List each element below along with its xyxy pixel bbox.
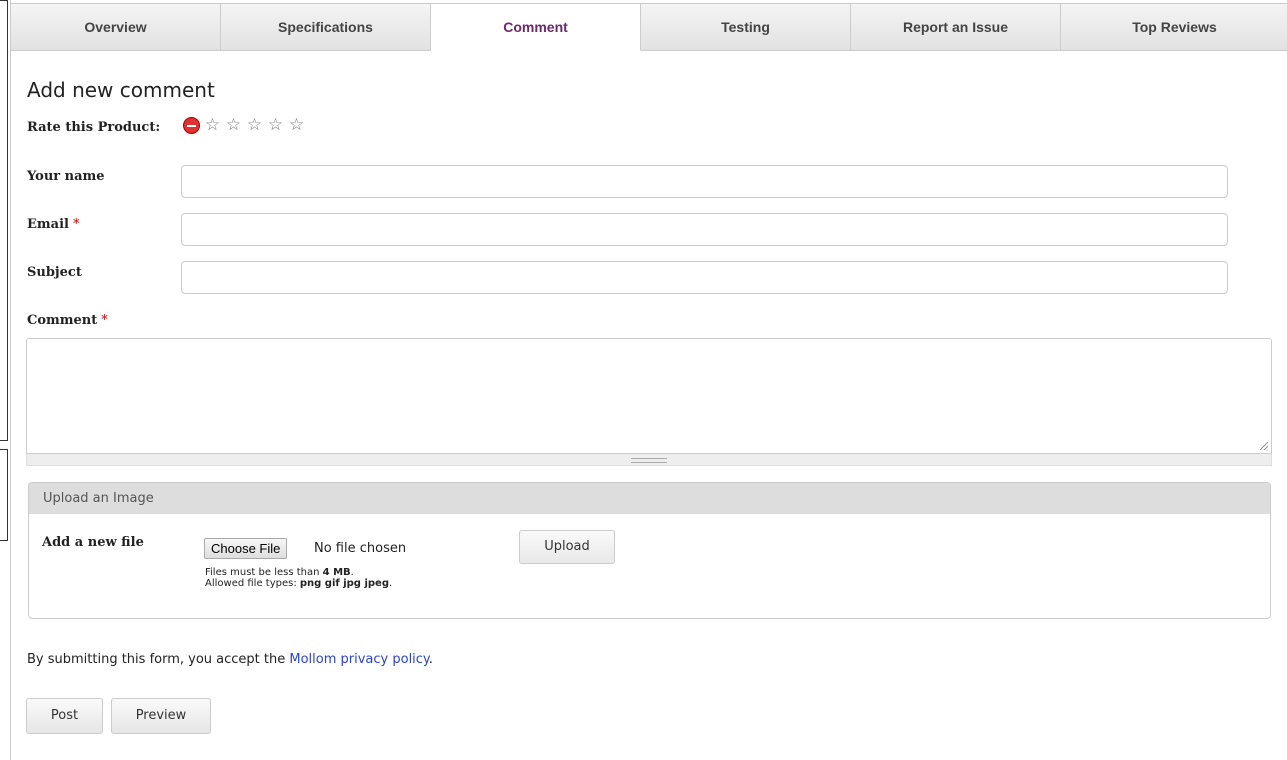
- tab-comment[interactable]: Comment: [431, 4, 641, 51]
- grip-icon: [631, 458, 667, 463]
- star-icon[interactable]: ☆: [286, 117, 307, 134]
- size-suffix: .: [350, 567, 354, 578]
- types-value: png gif jpg jpeg: [299, 578, 389, 589]
- cancel-rating-icon[interactable]: [183, 117, 200, 134]
- types-suffix: .: [388, 578, 393, 589]
- upload-legend[interactable]: Upload an Image: [29, 483, 1270, 514]
- post-button[interactable]: Post: [26, 698, 103, 734]
- tab-overview[interactable]: Overview: [11, 4, 221, 51]
- name-label: Your name: [27, 169, 105, 184]
- types-text: Allowed file types:: [205, 578, 300, 589]
- tab-top-reviews[interactable]: Top Reviews: [1061, 4, 1287, 51]
- email-label: Email *: [27, 217, 79, 232]
- add-file-label: Add a new file: [42, 535, 144, 550]
- rating-label: Rate this Product:: [27, 120, 161, 135]
- choose-file-button[interactable]: Choose File: [204, 538, 288, 559]
- preview-button[interactable]: Preview: [111, 698, 211, 734]
- form-title: Add new comment: [27, 78, 215, 102]
- tab-specifications[interactable]: Specifications: [221, 4, 431, 51]
- size-text: Files must be less than: [205, 567, 323, 578]
- privacy-prefix: By submitting this form, you accept the: [27, 652, 290, 667]
- email-label-text: Email: [27, 217, 69, 232]
- size-value: 4 MB: [322, 567, 351, 578]
- upload-button[interactable]: Upload: [519, 530, 615, 564]
- left-frame-box: [0, 449, 8, 541]
- left-frame-box: [0, 0, 8, 441]
- subject-label: Subject: [27, 265, 82, 280]
- privacy-policy-link[interactable]: Mollom privacy policy: [289, 652, 428, 667]
- email-field[interactable]: [181, 213, 1228, 246]
- star-icon[interactable]: ☆: [244, 117, 265, 134]
- name-field[interactable]: [181, 165, 1228, 198]
- tab-bar: Overview Specifications Comment Testing …: [11, 3, 1287, 52]
- required-marker: *: [101, 313, 108, 328]
- upload-fieldset: Upload an Image Add a new file Choose Fi…: [28, 482, 1271, 619]
- file-description: Files must be less than 4 MB. Allowed fi…: [205, 567, 392, 589]
- required-marker: *: [72, 217, 80, 232]
- resize-handle-icon[interactable]: [1260, 442, 1268, 450]
- file-status: No file chosen: [314, 541, 407, 556]
- comment-page: Overview Specifications Comment Testing …: [10, 0, 1287, 760]
- comment-label: Comment *: [27, 313, 108, 328]
- privacy-notice: By submitting this form, you accept the …: [27, 652, 433, 667]
- comment-label-text: Comment: [27, 313, 98, 328]
- textarea-grippie[interactable]: [26, 454, 1272, 466]
- star-icon[interactable]: ☆: [223, 117, 244, 134]
- comment-textarea[interactable]: [26, 338, 1272, 454]
- star-icon[interactable]: ☆: [265, 117, 286, 134]
- star-rating: ☆ ☆ ☆ ☆ ☆: [183, 117, 307, 134]
- privacy-suffix: .: [428, 652, 433, 667]
- allowed-types-text: Allowed file types: png gif jpg jpeg.: [205, 578, 392, 589]
- subject-field[interactable]: [181, 261, 1228, 294]
- size-limit-text: Files must be less than 4 MB.: [205, 567, 392, 578]
- star-icon[interactable]: ☆: [202, 117, 223, 134]
- tab-report-an-issue[interactable]: Report an Issue: [851, 4, 1061, 51]
- tab-testing[interactable]: Testing: [641, 4, 851, 51]
